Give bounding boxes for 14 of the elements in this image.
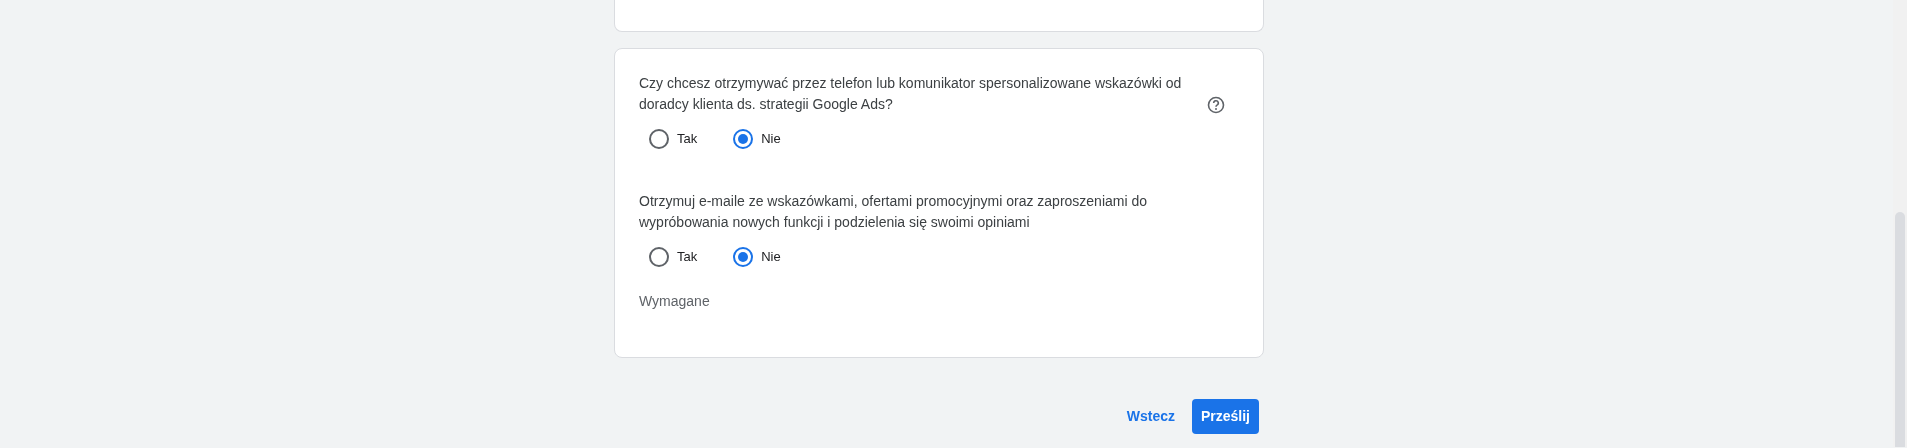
submit-button[interactable]: Prześlij: [1191, 399, 1259, 434]
radio-button[interactable]: [649, 129, 669, 149]
radio-label: Tak: [677, 130, 698, 149]
radio-label: Nie: [761, 248, 781, 267]
radio-button[interactable]: [733, 129, 754, 149]
radio-button[interactable]: [649, 247, 669, 267]
radio-label: Tak: [677, 248, 698, 267]
radio-label: Nie: [761, 130, 781, 149]
help-icon[interactable]: [1207, 96, 1225, 114]
required-note: Wymagane: [639, 292, 711, 311]
back-button[interactable]: Wstecz: [1117, 399, 1184, 434]
question-text: Czy chcesz otrzymywać przez telefon lub komunikator spersonalizowane wskazówki od doradcy klienta ds. strategii Google Ads?: [639, 74, 1183, 114]
radio-button[interactable]: [733, 247, 754, 267]
question-text: Otrzymuj e-maile ze wskazówkami, ofertami promocyjnymi oraz zaproszeniami do wypróbowania nowych funkcji i podzielenia się swoimi opiniami: [639, 192, 1149, 232]
